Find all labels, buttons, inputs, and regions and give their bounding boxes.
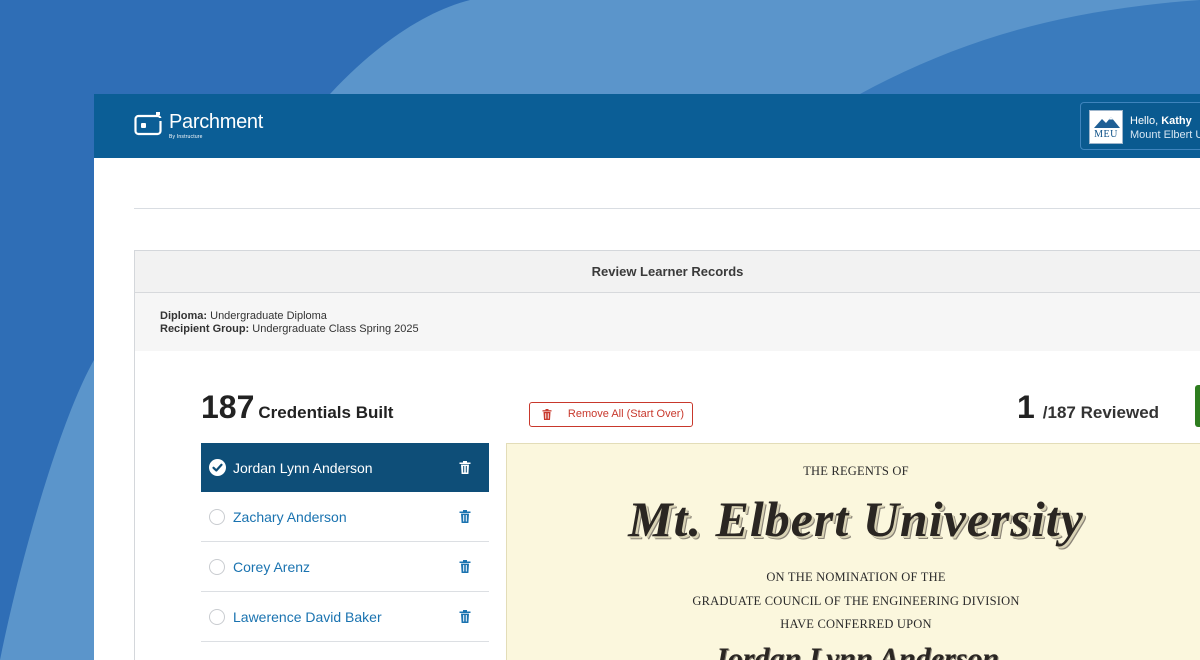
approve-button[interactable] [1195,385,1200,427]
app-window: Parchment By Instructure MEU Hello, Kath… [94,94,1200,660]
diploma-line-regents: THE REGENTS OF [803,464,909,478]
delete-learner-icon[interactable] [459,560,471,573]
review-panel: Review Learner Records Diploma: Undergra… [134,250,1200,660]
diploma-line-conferred: HAVE CONFERRED UPON [780,617,932,631]
remove-all-label: Remove All (Start Over) [567,408,685,420]
section-divider [134,208,1200,209]
credentials-built-count: 187 Credentials Built [201,389,393,426]
delete-learner-icon[interactable] [459,610,471,623]
learner-row[interactable]: Zachary Anderson [201,492,489,542]
institution-abbreviation: MEU [1094,129,1118,140]
built-count-number: 187 [201,389,255,425]
radio-button[interactable] [209,609,225,625]
learner-list: Jordan Lynn Anderson Zachary Anderson Co… [201,443,489,642]
institution-avatar: MEU [1089,110,1123,144]
reviewed-count-label: /187 Reviewed [1042,403,1160,422]
parchment-logo[interactable]: Parchment By Instructure [134,111,264,140]
delete-learner-icon[interactable] [459,510,471,523]
brand-byline: By Instructure [169,134,203,140]
reviewed-count: 1/187 Reviewed [1017,389,1159,426]
record-meta: Diploma: Undergraduate Diploma Recipient… [135,293,1200,351]
remove-all-button[interactable]: Remove All (Start Over) [529,402,693,427]
diploma-university-name: Mt. Elbert University [628,491,1084,547]
learner-name[interactable]: Corey Arenz [233,559,310,575]
trash-icon [542,409,552,420]
top-navigation-bar: Parchment By Instructure MEU Hello, Kath… [94,94,1200,158]
panel-title: Review Learner Records [135,251,1200,293]
user-account-menu[interactable]: MEU Hello, Kathy Mount Elbert U [1080,102,1200,150]
parchment-logo-icon [134,112,163,136]
user-name: Kathy [1161,115,1192,127]
radio-button[interactable] [209,559,225,575]
learner-name[interactable]: Jordan Lynn Anderson [233,460,373,476]
user-greeting: Hello, Kathy [1130,115,1192,127]
learner-row[interactable]: Lawerence David Baker [201,592,489,642]
learner-name[interactable]: Lawerence David Baker [233,609,382,625]
institution-name: Mount Elbert U [1130,129,1200,141]
recipient-group-info: Recipient Group: Undergraduate Class Spr… [160,323,419,335]
diploma-preview: THE REGENTS OF Mt. Elbert University ON … [506,443,1200,660]
learner-row[interactable]: Corey Arenz [201,542,489,592]
reviewed-count-number: 1 [1017,389,1035,425]
brand-name: Parchment [169,111,264,133]
delete-learner-icon[interactable] [459,461,471,474]
diploma-line-council: GRADUATE COUNCIL OF THE ENGINEERING DIVI… [692,594,1020,608]
check-circle-icon[interactable] [209,459,226,476]
diploma-info: Diploma: Undergraduate Diploma [160,310,327,322]
radio-button[interactable] [209,509,225,525]
learner-row[interactable]: Jordan Lynn Anderson [201,443,489,492]
diploma-recipient-name: Jordan Lynn Anderson [712,642,1000,660]
learner-name[interactable]: Zachary Anderson [233,509,347,525]
diploma-line-nomination: ON THE NOMINATION OF THE [766,570,946,584]
built-count-label: Credentials Built [258,403,394,422]
mountain-icon [1094,117,1120,128]
